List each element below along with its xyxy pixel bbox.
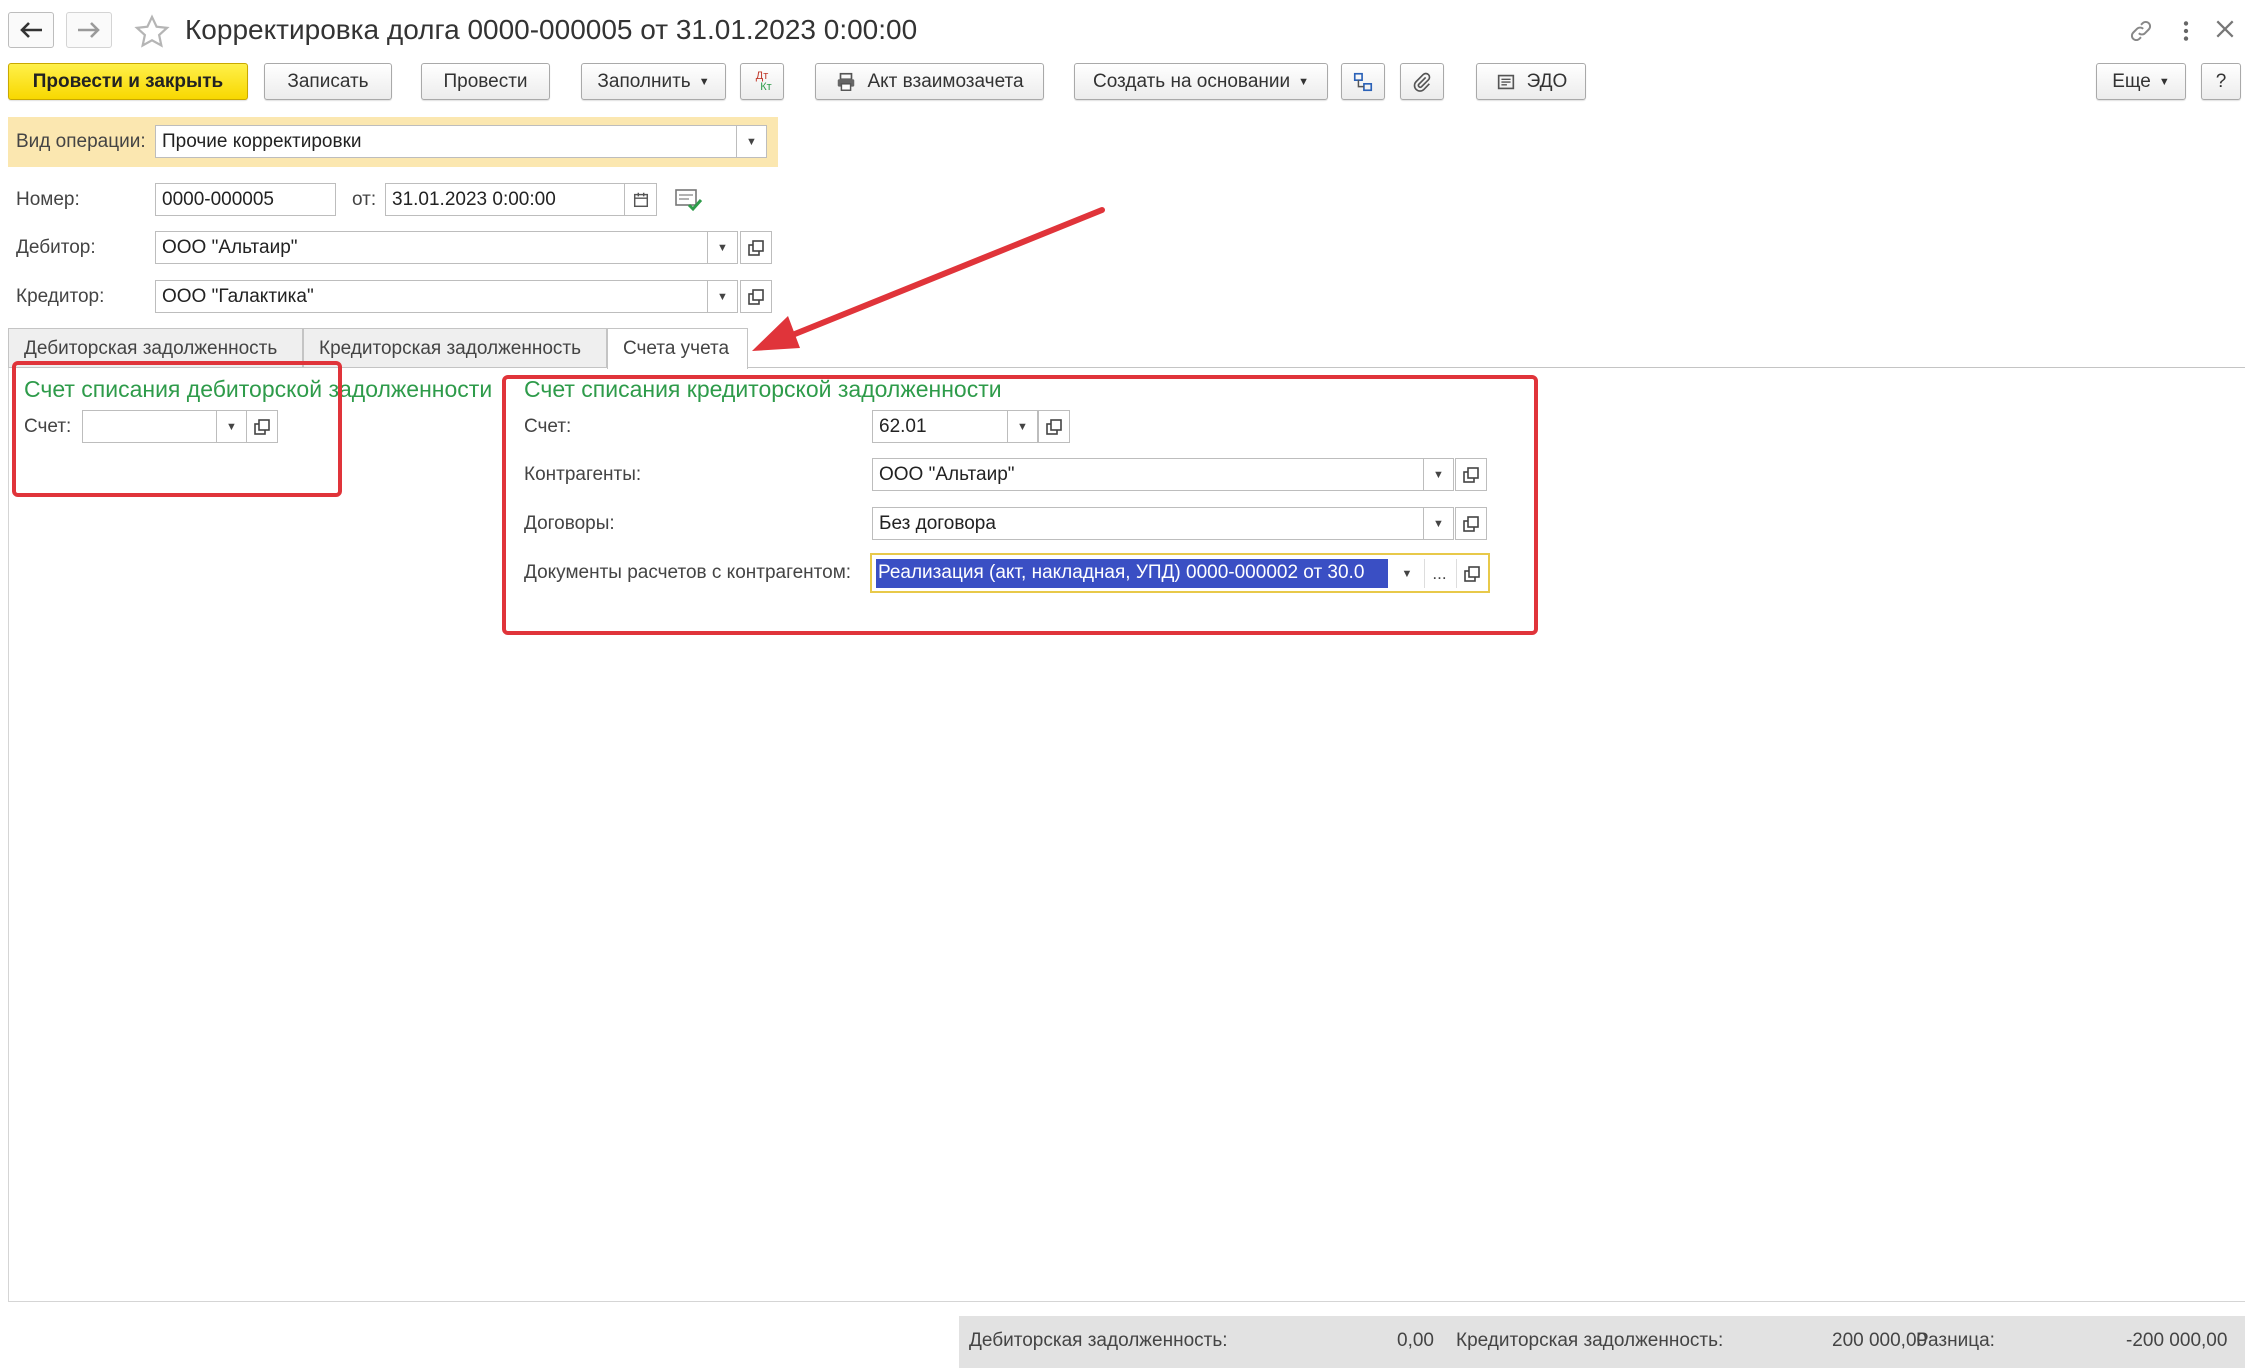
creditor-label: Кредитор:	[16, 286, 105, 307]
footer-credit-value: 200 000,00	[1832, 1330, 1928, 1351]
footer-diff-label: Разница:	[1916, 1330, 1995, 1351]
debtor-label: Дебитор:	[16, 237, 96, 258]
edo-icon	[1497, 74, 1514, 89]
dt-kt-icon-top: Дт	[755, 69, 769, 82]
footer-debit-label: Дебиторская задолженность:	[969, 1330, 1228, 1351]
footer-credit-label: Кредиторская задолженность:	[1456, 1330, 1724, 1351]
arrow-right-icon	[78, 22, 100, 38]
chevron-down-icon[interactable]: ▼	[737, 125, 767, 158]
arrow-left-icon	[20, 22, 42, 38]
number-field[interactable]: 0000-000005	[155, 183, 336, 216]
chevron-down-icon: ▼	[2158, 75, 2170, 88]
close-icon[interactable]	[2214, 18, 2236, 40]
date-field[interactable]: 31.01.2023 0:00:00	[385, 183, 625, 216]
edo-button[interactable]: ЭДО	[1476, 63, 1586, 100]
forward-button[interactable]	[66, 12, 112, 48]
tab-receivables-label: Дебиторская задолженность	[24, 337, 278, 359]
footer-diff-value: -200 000,00	[2126, 1330, 2228, 1351]
fill-label: Заполнить	[597, 70, 691, 92]
help-button[interactable]: ?	[2201, 63, 2241, 100]
post-and-close-label: Провести и закрыть	[32, 70, 224, 92]
dt-kt-button[interactable]: Дт Кт	[740, 63, 784, 100]
favorite-star-icon[interactable]	[133, 13, 171, 51]
back-button[interactable]	[8, 12, 54, 48]
link-icon[interactable]	[2128, 18, 2154, 44]
number-label: Номер:	[16, 189, 80, 210]
operation-type-label: Вид операции:	[16, 131, 146, 152]
annotation-box-debit	[12, 361, 342, 497]
attachments-button[interactable]	[1400, 63, 1444, 100]
tab-payables-label: Кредиторская задолженность	[319, 337, 582, 359]
window-title: Корректировка долга 0000-000005 от 31.01…	[185, 14, 918, 45]
more-label: Еще	[2112, 70, 2151, 92]
structure-button[interactable]	[1341, 63, 1385, 100]
create-based-on-label: Создать на основании	[1092, 70, 1291, 92]
more-vert-icon[interactable]	[2176, 18, 2196, 44]
operation-type-select[interactable]: Прочие корректировки	[155, 125, 737, 158]
offset-act-button[interactable]: Акт взаимозачета	[815, 63, 1044, 100]
chevron-down-icon[interactable]: ▼	[708, 280, 738, 313]
totals-bar: Дебиторская задолженность: 0,00 Кредитор…	[959, 1316, 2245, 1368]
annotation-arrow-icon	[752, 207, 1105, 351]
edo-label: ЭДО	[1526, 70, 1568, 92]
calendar-icon	[633, 192, 648, 207]
fill-button[interactable]: Заполнить ▼	[581, 63, 726, 100]
help-label: ?	[2215, 70, 2227, 92]
printer-icon	[838, 72, 855, 91]
posted-check-icon	[675, 189, 703, 212]
post-label: Провести	[443, 70, 528, 92]
offset-act-label: Акт взаимозачета	[867, 70, 1024, 92]
post-and-close-button[interactable]: Провести и закрыть	[8, 63, 248, 100]
chevron-down-icon[interactable]: ▼	[708, 231, 738, 264]
creditor-field[interactable]: ООО "Галактика"	[155, 280, 708, 313]
tab-accounts[interactable]: Счета учета	[607, 328, 748, 369]
paperclip-icon	[1413, 72, 1431, 92]
tab-payables[interactable]: Кредиторская задолженность	[303, 328, 607, 368]
create-based-on-button[interactable]: Создать на основании ▼	[1074, 63, 1328, 100]
save-label: Записать	[287, 70, 369, 92]
chevron-down-icon: ▼	[1298, 75, 1309, 88]
chevron-down-icon: ▼	[698, 75, 710, 88]
dt-kt-icon-bottom: Кт	[760, 80, 772, 93]
save-button[interactable]: Записать	[264, 63, 392, 100]
date-label: от:	[352, 189, 377, 210]
tab-accounts-label: Счета учета	[623, 338, 730, 359]
debtor-field[interactable]: ООО "Альтаир"	[155, 231, 708, 264]
footer-debit-value: 0,00	[1397, 1330, 1434, 1351]
post-button[interactable]: Провести	[421, 63, 550, 100]
more-button[interactable]: Еще ▼	[2096, 63, 2186, 100]
document-structure-icon	[1353, 72, 1373, 91]
calendar-button[interactable]	[625, 183, 657, 216]
annotation-box-credit	[502, 375, 1538, 635]
